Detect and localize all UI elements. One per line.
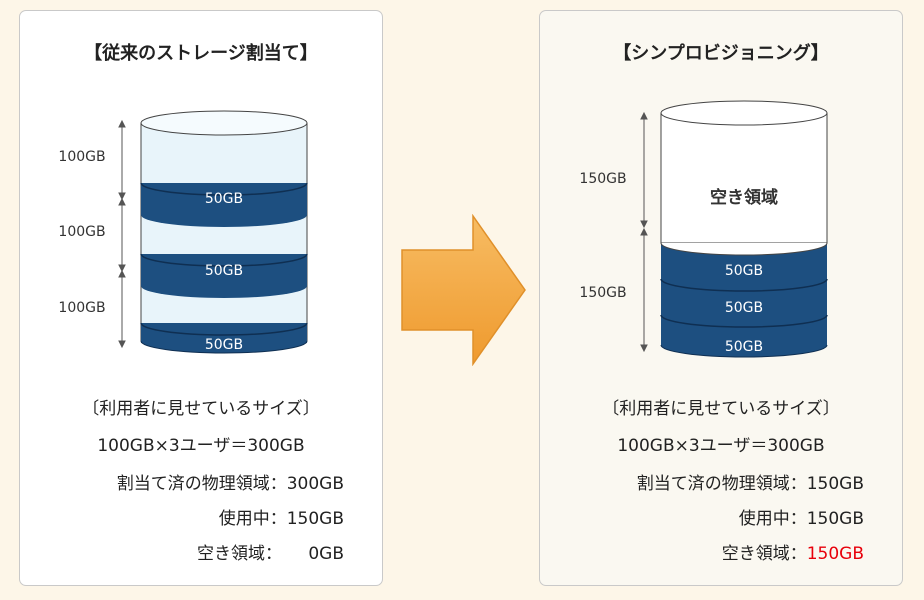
thin-size-label-1: 150GB [579, 171, 626, 187]
traditional-allocated-row: 割当て済の物理領域：300GB [117, 467, 344, 502]
traditional-size-label-1: 100GB [58, 149, 105, 165]
traditional-caption: 〔利用者に見せているサイズ〕 [82, 399, 320, 419]
traditional-allocated-value: 300GB [286, 474, 344, 494]
traditional-used-label: 使用中： [218, 509, 287, 529]
thin-provisioning-cylinder: 空き領域 50GB 50GB 50GB 150GB 150GB [579, 100, 828, 358]
thin-size-brackets [640, 111, 648, 353]
thin-free-label: 空き領域： [721, 544, 807, 564]
traditional-free-value: 0GB [308, 544, 344, 564]
thin-used-value: 150GB [806, 509, 864, 529]
thin-allocated-row: 割当て済の物理領域：150GB [637, 467, 864, 502]
thin-stats: 割当て済の物理領域：150GB 使用中：150GB 空き領域：150GB [637, 467, 864, 572]
thin-allocated-value: 150GB [806, 474, 864, 494]
thin-used-label: 使用中： [738, 509, 807, 529]
traditional-storage-cylinder: 50GB 50GB 50GB 100GB 100GB 100GB [58, 110, 308, 354]
thin-free-value: 150GB [806, 544, 864, 564]
thin-provisioning-panel: 【シンプロビジョニング】 空き領域 50GB 50GB 50GB 150GB 1… [539, 10, 903, 586]
traditional-used-value: 150GB [286, 509, 344, 529]
thin-allocated-label: 割当て済の物理領域： [636, 474, 807, 494]
traditional-stats: 割当て済の物理領域：300GB 使用中：150GB 空き領域： 0GB [117, 467, 344, 572]
traditional-segment-label-3: 50GB [205, 337, 243, 353]
thin-free-area-label: 空き領域 [710, 187, 778, 208]
traditional-free-label: 空き領域： [197, 544, 282, 564]
traditional-size-label-2: 100GB [58, 224, 105, 240]
thin-segment-label-1: 50GB [725, 263, 763, 279]
traditional-free-row: 空き領域： 0GB [117, 537, 344, 572]
traditional-allocation-panel: 【従来のストレージ割当て】 50GB 50GB 50GB 100GB 100GB… [19, 10, 383, 586]
thin-segment-label-3: 50GB [725, 339, 763, 355]
traditional-used-row: 使用中：150GB [117, 502, 344, 537]
traditional-segment-label-1: 50GB [205, 191, 243, 207]
traditional-formula: 100GB×3ユーザ＝300GB [97, 436, 305, 456]
traditional-size-brackets [118, 119, 126, 349]
right-arrow-icon [401, 214, 526, 366]
traditional-segment-label-2: 50GB [205, 263, 243, 279]
thin-free-row: 空き領域：150GB [637, 537, 864, 572]
traditional-size-label-3: 100GB [58, 300, 105, 316]
thin-size-label-2: 150GB [579, 285, 626, 301]
traditional-allocated-label: 割当て済の物理領域： [116, 474, 287, 494]
thin-segment-label-2: 50GB [725, 300, 763, 316]
thin-used-row: 使用中：150GB [637, 502, 864, 537]
thin-formula: 100GB×3ユーザ＝300GB [617, 436, 825, 456]
thin-caption: 〔利用者に見せているサイズ〕 [602, 399, 840, 419]
